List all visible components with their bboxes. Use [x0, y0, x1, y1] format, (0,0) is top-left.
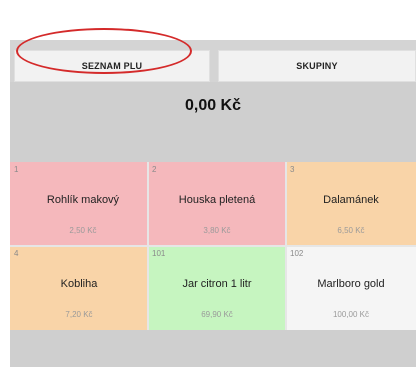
product-tile[interactable]: 101 Jar citron 1 litr 69,90 Kč [148, 246, 286, 330]
product-price: 3,80 Kč [203, 226, 231, 235]
product-name: Jar citron 1 litr [182, 278, 252, 290]
tab-plu-list[interactable]: SEZNAM PLU [14, 50, 210, 82]
product-number: 1 [14, 165, 19, 174]
product-number: 2 [152, 165, 157, 174]
product-price: 2,50 Kč [69, 226, 97, 235]
product-tile[interactable]: 3 Dalamánek 6,50 Kč [286, 162, 416, 246]
product-name: Dalamánek [323, 194, 379, 206]
product-name: Rohlík makový [46, 194, 120, 206]
tab-bar: SEZNAM PLU SKUPINY [10, 40, 416, 82]
product-tile[interactable]: 4 Kobliha 7,20 Kč [10, 246, 148, 330]
product-number: 3 [290, 165, 295, 174]
product-tile[interactable]: 1 Rohlík makový 2,50 Kč [10, 162, 156, 246]
grid-divider [10, 245, 416, 247]
screen: SEZNAM PLU SKUPINY 0,00 Kč 1 Rohlík mako… [0, 0, 416, 367]
product-name: Marlboro gold [317, 278, 385, 290]
product-number: 101 [152, 249, 166, 258]
product-name: Houska pletená [178, 194, 256, 206]
product-tile[interactable]: 2 Houska pletená 3,80 Kč [148, 162, 286, 246]
product-number: 102 [290, 249, 304, 258]
pos-app: SEZNAM PLU SKUPINY 0,00 Kč 1 Rohlík mako… [10, 40, 416, 367]
total-amount: 0,00 Kč [184, 97, 242, 114]
product-number: 4 [14, 249, 19, 258]
product-price: 6,50 Kč [337, 226, 365, 235]
product-name: Kobliha [60, 278, 98, 290]
product-tile[interactable]: 102 Marlboro gold 100,00 Kč [286, 246, 416, 330]
product-price: 69,90 Kč [201, 310, 233, 319]
product-price: 100,00 Kč [332, 310, 370, 319]
tab-groups[interactable]: SKUPINY [218, 50, 416, 82]
product-price: 7,20 Kč [65, 310, 93, 319]
